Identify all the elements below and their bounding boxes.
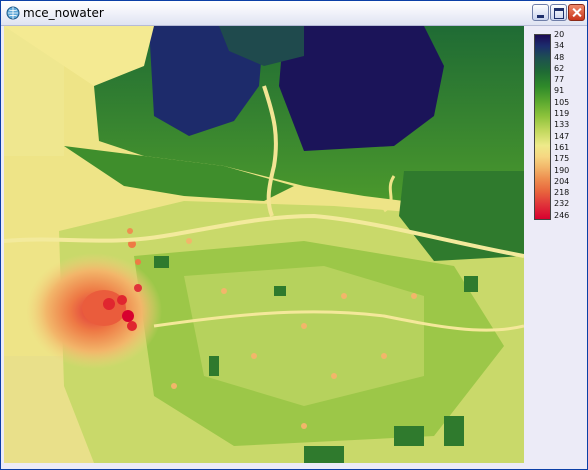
legend-label: 175 (554, 154, 570, 164)
legend-label: 161 (554, 142, 570, 152)
maximize-button[interactable] (550, 4, 567, 21)
legend-color-bar (534, 34, 551, 220)
close-button[interactable] (568, 4, 585, 21)
legend-label: 105 (554, 97, 570, 107)
legend-label: 218 (554, 188, 570, 198)
legend-label: 34 (554, 41, 565, 51)
legend-label: 147 (554, 131, 570, 141)
legend-label: 91 (554, 86, 565, 96)
legend-label: 48 (554, 52, 565, 62)
legend-label: 204 (554, 176, 570, 186)
legend-label: 133 (554, 120, 570, 130)
raster-map (4, 26, 524, 463)
minimize-button[interactable] (532, 4, 549, 21)
legend-label: 62 (554, 63, 565, 73)
legend-label: 119 (554, 109, 570, 119)
legend-label: 20 (554, 30, 565, 39)
raster-map-view[interactable] (4, 26, 524, 463)
color-legend: 20 34 48 62 77 91 105 119 133 147 161 17… (534, 30, 588, 220)
legend-label: 190 (554, 165, 570, 175)
legend-label: 232 (554, 199, 570, 209)
window-title: mce_nowater (23, 6, 104, 20)
globe-app-icon (6, 6, 20, 20)
title-bar[interactable]: mce_nowater (1, 1, 587, 26)
legend-labels: 20 34 48 62 77 91 105 119 133 147 161 17… (554, 29, 588, 221)
app-window: mce_nowater 20 34 48 62 77 91 105 119 13… (0, 0, 588, 470)
legend-label: 77 (554, 75, 565, 85)
legend-label: 246 (554, 210, 570, 220)
